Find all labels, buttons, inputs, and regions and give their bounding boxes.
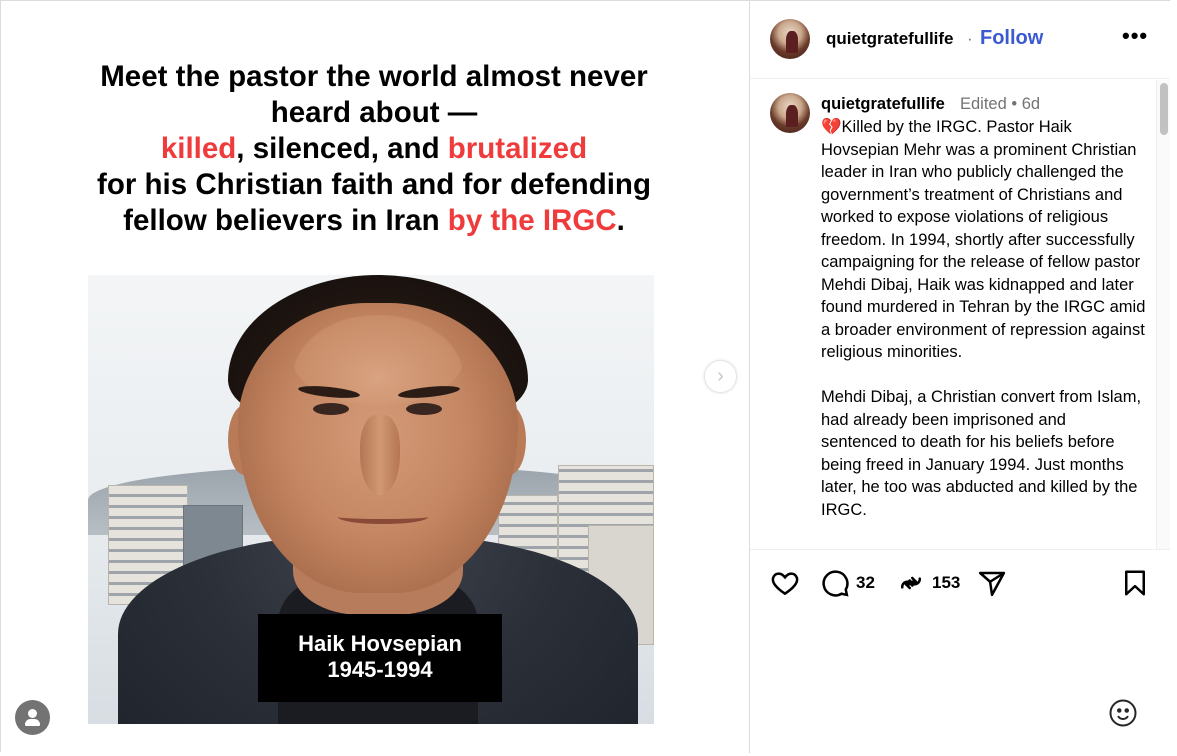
headline-period: .: [616, 204, 625, 237]
caption-meta: Edited • 6d: [960, 95, 1041, 113]
headline-middle: , silenced, and: [236, 132, 448, 165]
share-icon: [978, 571, 1006, 597]
follow-button[interactable]: Follow: [980, 27, 1043, 50]
repost-button[interactable]: 153: [896, 568, 960, 598]
headline-line-2: heard about —: [270, 96, 478, 129]
post-header: quietgratefullife · Follow •••: [750, 1, 1170, 79]
scrollbar-thumb[interactable]: [1160, 83, 1168, 135]
headline: Meet the pastor the world almost never h…: [61, 59, 687, 239]
headline-line-5: fellow believers in Iran by the IRGC.: [61, 203, 687, 239]
media-panel: Meet the pastor the world almost never h…: [1, 1, 749, 753]
post-modal: Meet the pastor the world almost never h…: [0, 0, 1171, 753]
profile-button[interactable]: [15, 700, 50, 735]
caption-author-avatar[interactable]: [770, 93, 810, 133]
caption-text: 💔Killed by the IRGC. Pastor Haik Hovsepi…: [821, 118, 1146, 519]
action-bar: 32 153: [750, 549, 1170, 619]
repost-icon: [901, 576, 921, 590]
user-icon: [28, 709, 37, 718]
author-username[interactable]: quietgratefullife: [826, 29, 954, 49]
comments-count: 32: [856, 573, 875, 592]
like-button[interactable]: [770, 568, 800, 598]
chevron-right-icon: ›: [717, 365, 724, 387]
portrait-photo: Haik Hovsepian 1945-1994: [88, 275, 654, 724]
comment-button[interactable]: 32: [820, 568, 875, 598]
reposts-count: 153: [932, 573, 961, 592]
headline-killed: killed: [160, 132, 237, 165]
more-options-icon[interactable]: •••: [1122, 23, 1148, 49]
headline-line-5-start: fellow believers in Iran: [123, 204, 448, 237]
header-separator: ·: [967, 29, 973, 48]
headline-line-3: killed, silenced, and brutalized: [61, 131, 687, 167]
photo-caption: Haik Hovsepian 1945-1994: [258, 614, 502, 702]
caption-scrollbar[interactable]: [1156, 80, 1170, 549]
headline-line-4: for his Christian faith and for defendin…: [97, 168, 651, 201]
caption-scroll-area[interactable]: quietgratefullife Edited • 6d 💔Killed by…: [750, 80, 1156, 549]
photo-caption-years: 1945-1994: [327, 657, 433, 682]
save-button[interactable]: [1120, 568, 1150, 598]
headline-brutalized: brutalized: [447, 132, 588, 165]
emoji-button[interactable]: [1108, 698, 1138, 728]
heart-icon: [771, 572, 799, 596]
photo-caption-name: Haik Hovsepian: [298, 631, 462, 656]
headline-irgc: by the IRGC: [447, 204, 617, 237]
bookmark-icon: [1125, 570, 1145, 596]
caption-username[interactable]: quietgratefullife: [821, 95, 945, 114]
author-avatar[interactable]: [770, 19, 810, 59]
share-button[interactable]: [977, 568, 1007, 598]
post-sidebar: quietgratefullife · Follow ••• quietgrat…: [749, 1, 1171, 753]
next-slide-button[interactable]: ›: [704, 360, 737, 393]
emoji-icon: [1109, 699, 1137, 727]
headline-line-1: Meet the pastor the world almost never: [100, 60, 648, 93]
comment-icon: [822, 570, 849, 597]
